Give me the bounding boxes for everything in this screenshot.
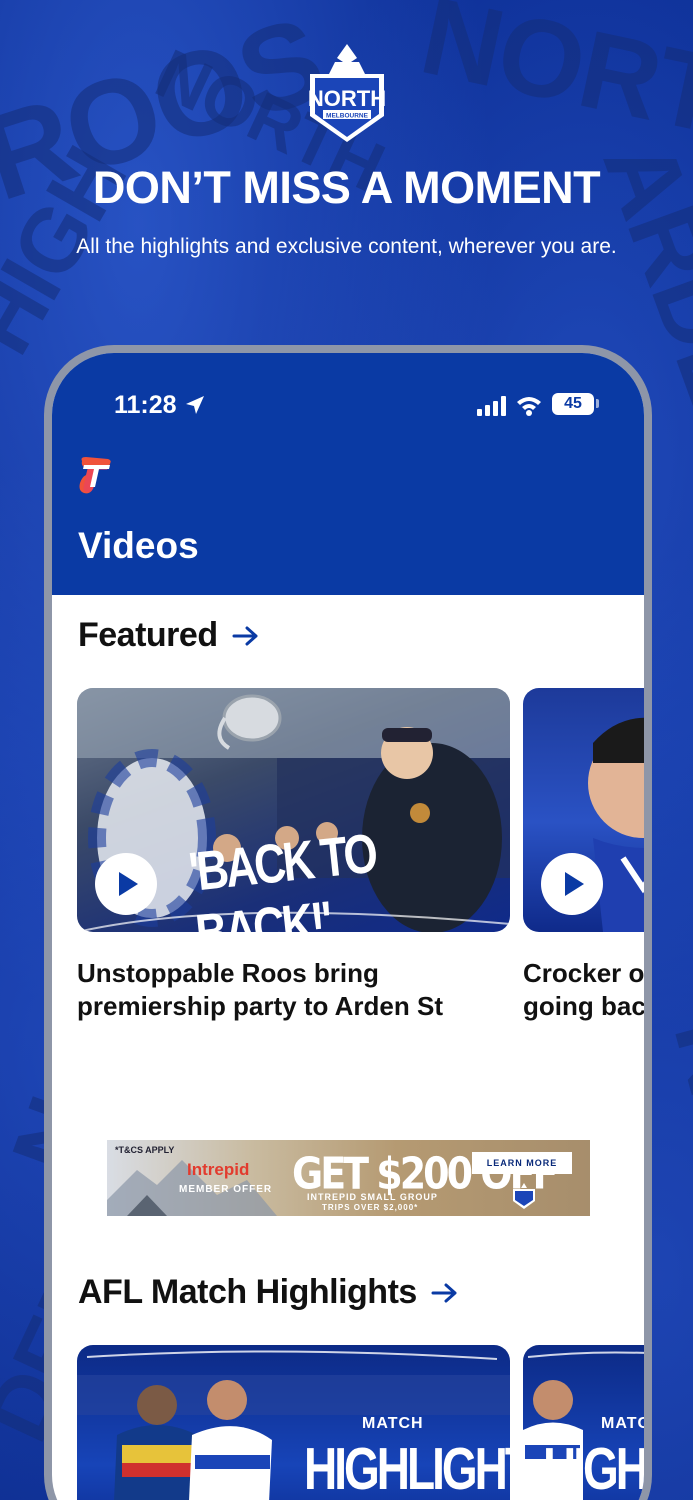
thumbnail-overlay-small: MATC bbox=[601, 1415, 644, 1432]
ad-banner[interactable]: *T&CS APPLY Intrepid MEMBER OFFER GET $2… bbox=[107, 1140, 590, 1216]
play-button[interactable] bbox=[95, 853, 157, 915]
play-icon bbox=[119, 872, 138, 896]
thumbnail-overlay-small: MATCH bbox=[362, 1415, 424, 1432]
section-title: AFL Match Highlights bbox=[78, 1273, 417, 1311]
video-card-featured-1[interactable]: 'BACK TO BACK!' bbox=[77, 688, 510, 932]
title-line: Unstoppable Roos bring bbox=[77, 958, 379, 988]
arrow-right-icon bbox=[431, 1283, 457, 1302]
cellular-signal-icon bbox=[477, 396, 506, 416]
promo-headline: DON’T MISS A MOMENT bbox=[92, 162, 601, 213]
status-time: 11:28 bbox=[114, 391, 177, 419]
ad-learn-more-button[interactable]: LEARN MORE bbox=[472, 1152, 572, 1174]
ad-member-label: MEMBER OFFER bbox=[179, 1184, 273, 1195]
title-line: premiership party to Arden St bbox=[77, 991, 443, 1021]
ad-terms: *T&CS APPLY bbox=[115, 1145, 175, 1155]
section-featured-header[interactable]: Featured bbox=[78, 616, 260, 655]
ad-subline-2: TRIPS OVER $2,000* bbox=[322, 1203, 419, 1212]
logo-subtext: MELBOURNE bbox=[326, 113, 369, 120]
battery-tip bbox=[596, 399, 599, 408]
title-line: Crocker o bbox=[523, 958, 644, 988]
promo-subheadline: All the highlights and exclusive content… bbox=[76, 235, 617, 258]
logo-text: NORTH bbox=[308, 86, 386, 111]
video-card-title[interactable]: Unstoppable Roos bring premiership party… bbox=[77, 957, 443, 1023]
phone-frame: 11:28 45 Videos Featured 'BACK TO BACK!'… bbox=[44, 345, 652, 1500]
video-card-highlights-2[interactable]: MATC HIGHLI bbox=[523, 1345, 644, 1500]
video-card-highlights-1[interactable]: MATCH HIGHLIGHTS bbox=[77, 1345, 510, 1500]
north-melbourne-logo: NORTH MELBOURNE bbox=[308, 44, 386, 142]
title-line: going bac bbox=[523, 991, 644, 1021]
wifi-icon bbox=[517, 397, 541, 416]
telstra-logo bbox=[79, 457, 111, 494]
play-button[interactable] bbox=[541, 853, 603, 915]
arrow-right-icon bbox=[232, 626, 258, 645]
video-card-featured-2[interactable] bbox=[523, 688, 644, 932]
thumbnail-overlay-big: HIGHLI bbox=[543, 1434, 644, 1500]
north-melbourne-mini-logo bbox=[513, 1183, 535, 1209]
ad-subline-1: INTREPID SMALL GROUP bbox=[307, 1192, 438, 1202]
thumbnail-overlay-big: HIGHLIGHTS bbox=[304, 1434, 510, 1500]
play-icon bbox=[565, 872, 584, 896]
location-arrow-icon bbox=[186, 396, 204, 414]
section-highlights-header[interactable]: AFL Match Highlights bbox=[78, 1273, 459, 1312]
app-bar: 11:28 45 Videos bbox=[52, 353, 644, 595]
phone-screen: 11:28 45 Videos Featured 'BACK TO BACK!'… bbox=[52, 353, 644, 1500]
battery-indicator: 45 bbox=[552, 393, 594, 415]
section-title: Featured bbox=[78, 616, 218, 654]
ad-brand: Intrepid bbox=[187, 1160, 250, 1179]
video-card-title[interactable]: Crocker o going bac bbox=[523, 957, 644, 1023]
page-title: Videos bbox=[78, 525, 199, 566]
